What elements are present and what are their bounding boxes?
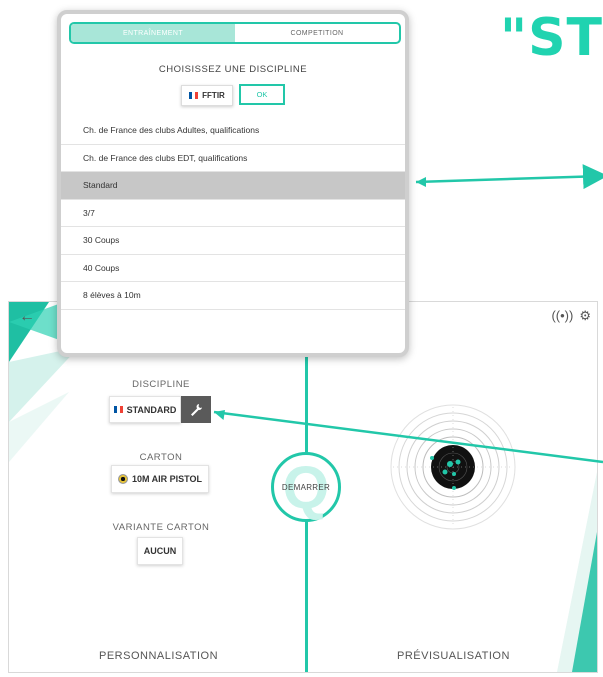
arrowhead-standard	[416, 177, 426, 187]
annotation-arrow-standard	[415, 164, 603, 190]
annotation-arrows	[213, 164, 603, 464]
annotation-arrow-wrench	[213, 410, 603, 464]
